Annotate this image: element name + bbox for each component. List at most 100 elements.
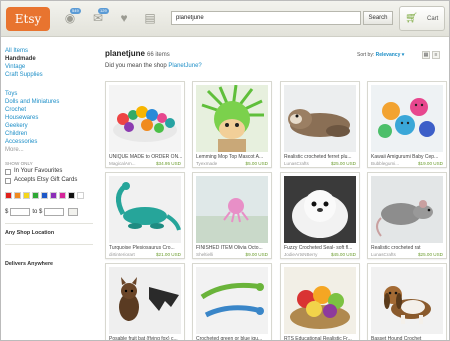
listing-image[interactable] xyxy=(371,85,443,152)
listing-image[interactable] xyxy=(196,176,268,243)
listing-shop[interactable]: Tyexmade xyxy=(196,161,217,166)
price-filter: $ to $ xyxy=(5,208,95,216)
giftcard-filter[interactable]: Accepts Etsy Gift Cards xyxy=(5,176,95,185)
color-swatch[interactable] xyxy=(50,192,57,199)
listing-price: $21.00 USD xyxy=(155,252,181,257)
cart-button[interactable]: 🛒︎ Cart xyxy=(399,6,445,31)
listing-image[interactable] xyxy=(196,85,268,152)
listing-title[interactable]: Realistic crocheted ferret plu... xyxy=(284,154,358,160)
giftcard-filter-label: Accepts Etsy Gift Cards xyxy=(14,177,78,183)
color-swatch[interactable] xyxy=(77,192,84,199)
listing-card[interactable]: Posable fruit bat (flying fox) c...Lunas… xyxy=(105,263,185,340)
category-craft-supplies[interactable]: Craft Supplies xyxy=(5,71,95,79)
giftcard-checkbox[interactable] xyxy=(5,177,11,184)
listing-title[interactable]: UNIQUE MADE to ORDER ON... xyxy=(109,154,183,160)
color-swatch[interactable] xyxy=(68,192,75,199)
subcategory-dolls[interactable]: Dolls and Miniatures xyxy=(5,98,95,106)
subcategory-housewares[interactable]: Housewares xyxy=(5,114,95,122)
listing-title[interactable]: Crocheted green or blue igu... xyxy=(196,336,270,340)
price-go-button[interactable] xyxy=(68,208,79,216)
subcategory-more[interactable]: More... xyxy=(5,146,95,154)
listing-title[interactable]: Posable fruit bat (flying fox) c... xyxy=(109,336,183,340)
listing-shop[interactable]: LunasCrafts xyxy=(284,161,309,166)
price-min-input[interactable] xyxy=(10,208,31,216)
listing-image[interactable] xyxy=(371,176,443,243)
chevron-down-icon[interactable]: ▾ xyxy=(402,52,405,58)
suggestion-link[interactable]: PlanetJune? xyxy=(168,63,201,69)
listing-price: $25.00 USD xyxy=(330,161,356,166)
subcategory-accessories[interactable]: Accessories xyxy=(5,138,95,146)
delivers-filter[interactable]: Delivers Anywhere xyxy=(5,260,95,268)
etsy-logo[interactable]: Etsy xyxy=(6,7,50,31)
listing-card[interactable]: Fuzzy Crocheted Seal- soft fl... JodieArt… xyxy=(280,172,360,259)
listing-card[interactable]: FINISHED ITEM Olivia Octo... Sheltielli $9… xyxy=(192,172,272,259)
subcategory-crochet[interactable]: Crochet xyxy=(5,106,95,114)
color-swatch[interactable] xyxy=(23,192,30,199)
listing-image[interactable] xyxy=(109,267,181,334)
listing-title[interactable]: Kawaii Amigurumi Baby Cep... xyxy=(371,154,445,160)
search-input[interactable] xyxy=(171,11,361,25)
search-button[interactable]: Search xyxy=(363,11,393,25)
listing-shop[interactable]: Sheltielli xyxy=(196,252,213,257)
listing-image[interactable] xyxy=(196,267,268,334)
category-handmade[interactable]: Handmade xyxy=(5,55,95,63)
sort-label: Sort by: xyxy=(357,52,375,58)
listing-title[interactable]: Realistic crocheted rat xyxy=(371,245,445,251)
listing-card[interactable]: Turquoise Plesiosaurus Cro... dirtinterio… xyxy=(105,172,185,259)
listing-card[interactable]: Lemming Mop Top Mascot A... Tyexmade $5.00… xyxy=(192,81,272,168)
listing-image[interactable] xyxy=(371,267,443,334)
cart-label: Cart xyxy=(427,16,439,22)
list-view-icon[interactable]: ≡ xyxy=(432,51,440,59)
listing-image[interactable] xyxy=(284,176,356,243)
price-max-input[interactable] xyxy=(44,208,65,216)
listing-shop[interactable]: Bubblegumi... xyxy=(371,161,399,166)
category-all-items[interactable]: All Items xyxy=(5,47,95,55)
listing-image[interactable] xyxy=(109,176,181,243)
listing-card[interactable]: Basset Hound Crochetdirtinteriorart$30.0… xyxy=(367,263,447,340)
suggestion-line: Did you mean the shop PlanetJune? xyxy=(105,63,202,69)
sort-control: Sort by: Relevancy ▾ xyxy=(357,52,404,58)
listing-title[interactable]: Basset Hound Crochet xyxy=(371,336,445,340)
subcategory-toys[interactable]: Toys xyxy=(5,90,95,98)
subcategory-children[interactable]: Children xyxy=(5,130,95,138)
listing-shop[interactable]: JodieArtsNBerry xyxy=(284,252,317,257)
favorites-checkbox[interactable] xyxy=(5,168,11,175)
cart-icon: 🛒︎ xyxy=(405,13,418,24)
listing-title[interactable]: Lemming Mop Top Mascot A... xyxy=(196,154,270,160)
listing-card[interactable]: RTS Educational Realistic Fr...HappyHear… xyxy=(280,263,360,340)
color-swatches xyxy=(5,192,95,199)
listing-price: $34.95 USD xyxy=(155,161,181,166)
listing-card[interactable]: Realistic crocheted rat LunasCrafts $25.00… xyxy=(367,172,447,259)
color-swatch[interactable] xyxy=(14,192,21,199)
color-swatch[interactable] xyxy=(59,192,66,199)
listing-title[interactable]: Turquoise Plesiosaurus Cro... xyxy=(109,245,183,251)
subcategory-geekery[interactable]: Geekery xyxy=(5,122,95,130)
shop-location-filter[interactable]: Any Shop Location xyxy=(5,229,95,237)
listing-card[interactable]: Crocheted green or blue igu...LunasArtsS… xyxy=(192,263,272,340)
listing-image[interactable] xyxy=(109,85,181,152)
color-swatch[interactable] xyxy=(41,192,48,199)
shop-icon[interactable]: ▤ xyxy=(143,11,157,25)
category-vintage[interactable]: Vintage xyxy=(5,63,95,71)
listing-title[interactable]: Fuzzy Crocheted Seal- soft fl... xyxy=(284,245,358,251)
listing-title[interactable]: FINISHED ITEM Olivia Octo... xyxy=(196,245,270,251)
site-header: Etsy ◉549 ✉129 ♥ ▤ Search 🛒︎ Cart xyxy=(1,1,449,37)
sort-dropdown[interactable]: Relevancy xyxy=(376,52,401,58)
grid-view-icon[interactable]: ▦ xyxy=(422,51,430,59)
listing-price: $19.00 USD xyxy=(417,161,443,166)
color-swatch[interactable] xyxy=(5,192,12,199)
messages-icon[interactable]: ✉ 129 xyxy=(91,8,109,25)
favorites-icon[interactable]: ◉ 549 xyxy=(63,8,81,25)
listing-image[interactable] xyxy=(284,85,356,152)
listing-title[interactable]: RTS Educational Realistic Fr... xyxy=(284,336,358,340)
favorites-filter[interactable]: In Your Favourites xyxy=(5,167,95,176)
listing-card[interactable]: UNIQUE MADE to ORDER ON... MagicalAm... $3… xyxy=(105,81,185,168)
listing-shop[interactable]: dirtinteriorart xyxy=(109,252,135,257)
heart-icon[interactable]: ♥ xyxy=(117,11,131,25)
listing-card[interactable]: Realistic crocheted ferret plu... LunasCr… xyxy=(280,81,360,168)
listing-shop[interactable]: MagicalAm... xyxy=(109,161,136,166)
listing-card[interactable]: Kawaii Amigurumi Baby Cep... Bubblegumi..… xyxy=(367,81,447,168)
color-swatch[interactable] xyxy=(32,192,39,199)
listing-shop[interactable]: LunasCrafts xyxy=(371,252,396,257)
listing-image[interactable] xyxy=(284,267,356,334)
